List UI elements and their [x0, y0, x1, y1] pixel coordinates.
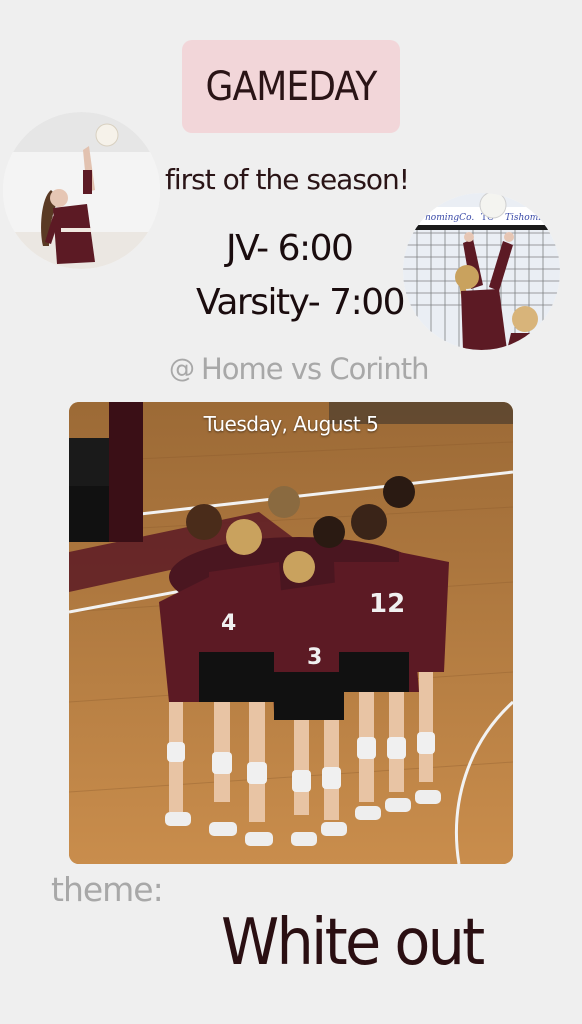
- season-subtitle: first of the season!: [165, 163, 410, 196]
- team-huddle-photo: 12 3 4 Tuesday, August 5: [69, 402, 513, 864]
- location-text: Home vs Corinth: [201, 352, 429, 386]
- theme-value: White out: [221, 906, 485, 980]
- team-huddle-illustration: 12 3 4: [69, 402, 513, 864]
- at-icon: @: [169, 354, 195, 384]
- player-block-illustration: nomingCo. TC Tishoming: [403, 193, 560, 350]
- player-serve-illustration: [3, 112, 160, 269]
- svg-text:4: 4: [221, 611, 236, 636]
- banner-text-left: nomingCo.: [425, 213, 474, 223]
- photo-date: Tuesday, August 5: [203, 412, 379, 436]
- banner-text-right: Tishoming: [505, 213, 553, 223]
- theme-label: theme:: [51, 870, 164, 909]
- gameday-badge: GAMEDAY: [182, 40, 400, 133]
- player-block-photo: nomingCo. TC Tishoming: [403, 193, 560, 350]
- player-serve-photo: [3, 112, 160, 269]
- varsity-time: Varsity- 7:00: [196, 282, 406, 323]
- jv-time: JV- 6:00: [226, 228, 354, 269]
- gameday-label: GAMEDAY: [205, 63, 378, 110]
- svg-text:12: 12: [369, 589, 405, 619]
- svg-text:3: 3: [307, 645, 322, 670]
- location-row: @ Home vs Corinth: [169, 352, 429, 386]
